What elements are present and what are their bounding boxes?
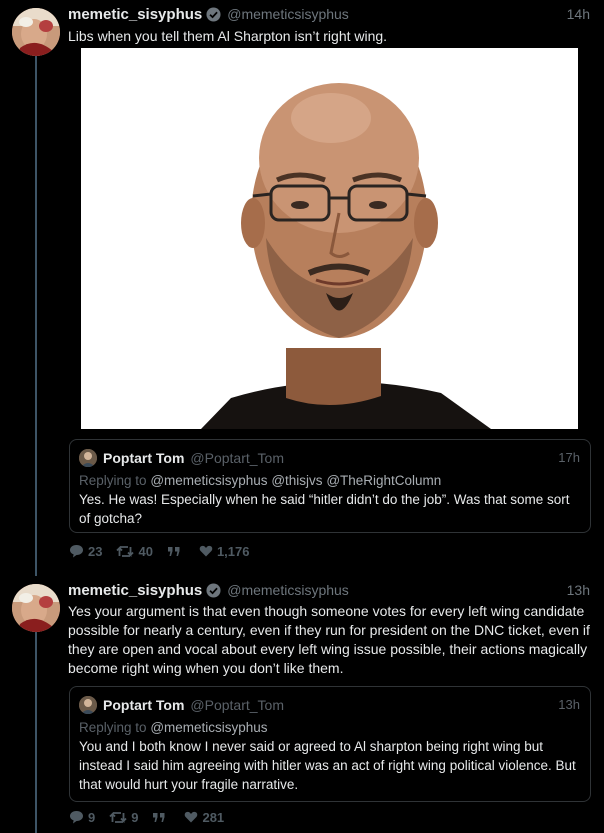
quoted-tweet-header: Poptart Tom @Poptart_Tom bbox=[79, 695, 284, 715]
quoted-author-avatar bbox=[79, 696, 97, 714]
reply-button[interactable]: 23 bbox=[69, 544, 102, 559]
author-handle[interactable]: @memeticsisyphus bbox=[227, 6, 349, 22]
mention-link[interactable]: @TheRightColumn bbox=[326, 473, 441, 488]
replying-to-prefix: Replying to bbox=[79, 473, 147, 488]
author-handle[interactable]: @memeticsisyphus bbox=[227, 582, 349, 598]
quoted-author-avatar bbox=[79, 449, 97, 467]
reply-bubble-icon bbox=[70, 811, 83, 824]
tweet-text: Yes your argument is that even though so… bbox=[68, 603, 590, 676]
tweet-timestamp[interactable]: 14h bbox=[567, 6, 590, 22]
heart-icon bbox=[199, 545, 213, 557]
mention-link[interactable]: @memeticsisyphus bbox=[150, 473, 267, 488]
tweet-timestamp[interactable]: 13h bbox=[567, 582, 590, 598]
author-name[interactable]: memetic_sisyphus bbox=[68, 582, 202, 599]
quote-button[interactable] bbox=[167, 546, 185, 557]
tweet-header: memetic_sisyphus @memeticsisyphus bbox=[68, 4, 349, 24]
replying-to-line: Replying to @memeticsisyphus @thisjvs @T… bbox=[79, 473, 441, 488]
retweet-button[interactable]: 9 bbox=[109, 810, 138, 825]
retweet-arrows-icon bbox=[109, 811, 127, 823]
quoted-tweet-header: Poptart Tom @Poptart_Tom bbox=[79, 448, 284, 468]
tweet-actions: 9 9 281 bbox=[69, 808, 238, 826]
reply-bubble-icon bbox=[70, 545, 83, 558]
like-count: 281 bbox=[202, 809, 225, 825]
author-avatar[interactable] bbox=[12, 584, 60, 632]
quote-button[interactable] bbox=[152, 812, 170, 823]
quote-marks-icon bbox=[153, 812, 165, 822]
mention-link[interactable]: @memeticsisyphus bbox=[150, 720, 267, 735]
like-button[interactable]: 1,176 bbox=[199, 543, 250, 559]
tweet-1[interactable]: memetic_sisyphus @memeticsisyphus 14h Li… bbox=[0, 0, 604, 568]
avatar-image bbox=[12, 584, 60, 632]
quoted-tweet-timestamp: 17h bbox=[558, 450, 580, 465]
verified-badge-icon bbox=[206, 6, 221, 22]
quoted-tweet[interactable]: Poptart Tom @Poptart_Tom 17h Replying to… bbox=[69, 439, 591, 533]
reply-button[interactable]: 9 bbox=[69, 810, 95, 825]
reply-count: 9 bbox=[88, 809, 96, 825]
bald-man-photo bbox=[81, 48, 578, 429]
replying-to-prefix: Replying to bbox=[79, 720, 147, 735]
tweet-image[interactable] bbox=[81, 48, 578, 429]
retweet-count: 40 bbox=[138, 543, 153, 559]
author-name[interactable]: memetic_sisyphus bbox=[68, 6, 202, 23]
reply-count: 23 bbox=[88, 543, 103, 559]
author-avatar[interactable] bbox=[12, 8, 60, 56]
quoted-author-handle: @Poptart_Tom bbox=[190, 697, 284, 713]
avatar-image bbox=[12, 8, 60, 56]
quoted-tweet-text: You and I both know I never said or agre… bbox=[79, 739, 576, 792]
replying-to-line: Replying to @memeticsisyphus bbox=[79, 720, 268, 735]
retweet-button[interactable]: 40 bbox=[116, 543, 153, 559]
mention-link[interactable]: @thisjvs bbox=[271, 473, 322, 488]
quote-marks-icon bbox=[167, 546, 180, 556]
quoted-author-name: Poptart Tom bbox=[103, 450, 185, 466]
verified-badge-icon bbox=[206, 582, 221, 598]
tweet-text: Libs when you tell them Al Sharpton isn’… bbox=[68, 28, 388, 44]
quoted-author-handle: @Poptart_Tom bbox=[190, 450, 284, 466]
quoted-author-name: Poptart Tom bbox=[103, 697, 185, 713]
retweet-count: 9 bbox=[131, 809, 139, 825]
tweet-actions: 23 40 1,176 bbox=[69, 542, 263, 560]
tweet-2[interactable]: memetic_sisyphus @memeticsisyphus 13h Ye… bbox=[0, 578, 604, 833]
retweet-arrows-icon bbox=[116, 545, 135, 557]
quoted-tweet[interactable]: Poptart Tom @Poptart_Tom 13h Replying to… bbox=[69, 686, 591, 802]
quoted-tweet-text: Yes. He was! Especially when he said “hi… bbox=[79, 492, 570, 526]
like-button[interactable]: 281 bbox=[184, 810, 224, 825]
quoted-tweet-timestamp: 13h bbox=[558, 697, 580, 712]
like-count: 1,176 bbox=[216, 543, 250, 559]
tweet-header: memetic_sisyphus @memeticsisyphus bbox=[68, 580, 349, 600]
heart-icon bbox=[185, 811, 198, 823]
